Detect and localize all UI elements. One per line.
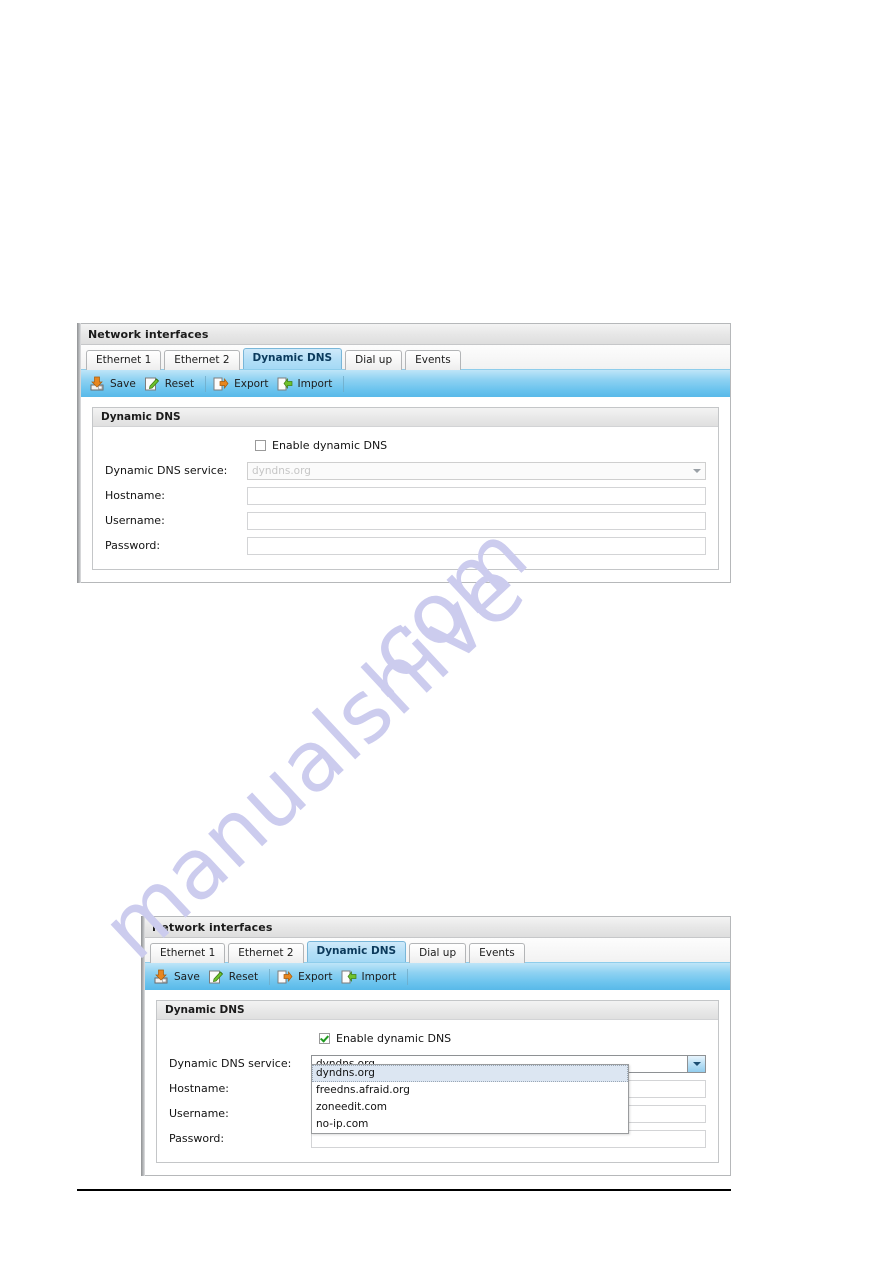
window-header: Network interfaces xyxy=(145,917,730,938)
screenshot-panel-bottom: Network interfaces Ethernet 1 Ethernet 2… xyxy=(141,916,731,1176)
enable-dynamic-dns-checkbox[interactable] xyxy=(255,439,266,451)
tab-ethernet-1[interactable]: Ethernet 1 xyxy=(150,943,226,963)
tab-ethernet-2[interactable]: Ethernet 2 xyxy=(164,350,240,370)
export-arrow-icon xyxy=(277,969,293,985)
dropdown-option-zoneedit[interactable]: zoneedit.com xyxy=(312,1099,628,1116)
page-footer-rule xyxy=(77,1189,731,1191)
service-label: Dynamic DNS service: xyxy=(169,1057,292,1070)
window-title: Network interfaces xyxy=(88,327,209,341)
tab-strip: Ethernet 1 Ethernet 2 Dynamic DNS Dial u… xyxy=(145,938,730,963)
hostname-input[interactable] xyxy=(247,486,706,505)
import-button[interactable]: Import xyxy=(275,373,339,395)
dns-service-value: dyndns.org xyxy=(252,464,311,477)
toolbar-separator xyxy=(269,968,271,985)
dropdown-option-freedns[interactable]: freedns.afraid.org xyxy=(312,1082,628,1099)
toolbar: Save Reset Export Import xyxy=(81,369,730,397)
group-title: Dynamic DNS xyxy=(157,1001,718,1020)
toolbar-separator-end xyxy=(343,375,345,392)
screenshot-panel-top: Network interfaces Ethernet 1 Ethernet 2… xyxy=(77,323,731,583)
enable-dynamic-dns-label: Enable dynamic DNS xyxy=(336,1031,452,1045)
import-button[interactable]: Import xyxy=(339,966,403,988)
dynamic-dns-group: Dynamic DNS Enable dynamic DNS Dynamic D… xyxy=(156,1000,719,1163)
username-input[interactable] xyxy=(247,511,706,530)
username-label: Username: xyxy=(105,514,165,527)
import-arrow-icon xyxy=(277,376,293,392)
save-label: Save xyxy=(110,377,136,390)
chevron-down-icon[interactable] xyxy=(688,463,705,479)
save-button[interactable]: Save xyxy=(87,373,142,395)
username-label: Username: xyxy=(169,1107,229,1120)
dropdown-option-dyndns[interactable]: dyndns.org xyxy=(312,1065,628,1082)
reset-pencil-icon xyxy=(144,376,160,392)
enable-dynamic-dns-row[interactable]: Enable dynamic DNS xyxy=(255,437,706,453)
panel-left-rail xyxy=(77,323,81,583)
group-title: Dynamic DNS xyxy=(93,408,718,427)
save-disk-icon xyxy=(153,969,169,985)
dns-service-dropdown-list[interactable]: dyndns.org freedns.afraid.org zoneedit.c… xyxy=(311,1064,629,1134)
reset-label: Reset xyxy=(164,377,195,390)
enable-dynamic-dns-row[interactable]: Enable dynamic DNS xyxy=(319,1030,706,1046)
hostname-label: Hostname: xyxy=(169,1082,229,1095)
password-label: Password: xyxy=(105,539,161,552)
panel-left-rail xyxy=(141,916,145,1176)
window-header: Network interfaces xyxy=(81,324,730,345)
import-label: Import xyxy=(361,970,397,983)
window-title: Network interfaces xyxy=(152,920,273,934)
password-label: Password: xyxy=(169,1132,225,1145)
save-disk-icon xyxy=(89,376,105,392)
hostname-label: Hostname: xyxy=(105,489,165,502)
password-input[interactable] xyxy=(247,536,706,555)
toolbar: Save Reset Export Import xyxy=(145,962,730,990)
reset-pencil-icon xyxy=(208,969,224,985)
dynamic-dns-group: Dynamic DNS Enable dynamic DNS Dynamic D… xyxy=(92,407,719,570)
reset-button[interactable]: Reset xyxy=(206,966,264,988)
export-arrow-icon xyxy=(213,376,229,392)
username-row: Username: xyxy=(105,511,706,530)
save-button[interactable]: Save xyxy=(151,966,206,988)
toolbar-separator xyxy=(205,375,207,392)
service-row: Dynamic DNS service: dyndns.org xyxy=(105,461,706,480)
chevron-down-icon[interactable] xyxy=(687,1055,705,1072)
tab-ethernet-2[interactable]: Ethernet 2 xyxy=(228,943,304,963)
tab-events[interactable]: Events xyxy=(405,350,461,370)
enable-dynamic-dns-label: Enable dynamic DNS xyxy=(272,438,388,452)
reset-button[interactable]: Reset xyxy=(142,373,200,395)
tab-dial-up[interactable]: Dial up xyxy=(345,350,403,370)
export-button[interactable]: Export xyxy=(275,966,338,988)
export-label: Export xyxy=(298,970,333,983)
tab-dynamic-dns[interactable]: Dynamic DNS xyxy=(242,348,343,369)
save-label: Save xyxy=(174,970,200,983)
hostname-row: Hostname: xyxy=(105,486,706,505)
dropdown-option-noip[interactable]: no-ip.com xyxy=(312,1116,628,1133)
reset-label: Reset xyxy=(228,970,259,983)
toolbar-separator-end xyxy=(407,968,409,985)
tab-strip: Ethernet 1 Ethernet 2 Dynamic DNS Dial u… xyxy=(81,345,730,370)
dns-service-select[interactable]: dyndns.org xyxy=(247,461,706,480)
watermark-text-primary: manualshive xyxy=(83,540,543,978)
export-label: Export xyxy=(234,377,269,390)
tab-ethernet-1[interactable]: Ethernet 1 xyxy=(86,350,162,370)
import-label: Import xyxy=(297,377,333,390)
enable-dynamic-dns-checkbox[interactable] xyxy=(319,1032,330,1044)
service-label: Dynamic DNS service: xyxy=(105,464,228,477)
export-button[interactable]: Export xyxy=(211,373,274,395)
tab-events[interactable]: Events xyxy=(469,943,525,963)
tab-dynamic-dns[interactable]: Dynamic DNS xyxy=(306,941,407,962)
import-arrow-icon xyxy=(341,969,357,985)
password-row: Password: xyxy=(105,536,706,555)
tab-dial-up[interactable]: Dial up xyxy=(409,943,467,963)
